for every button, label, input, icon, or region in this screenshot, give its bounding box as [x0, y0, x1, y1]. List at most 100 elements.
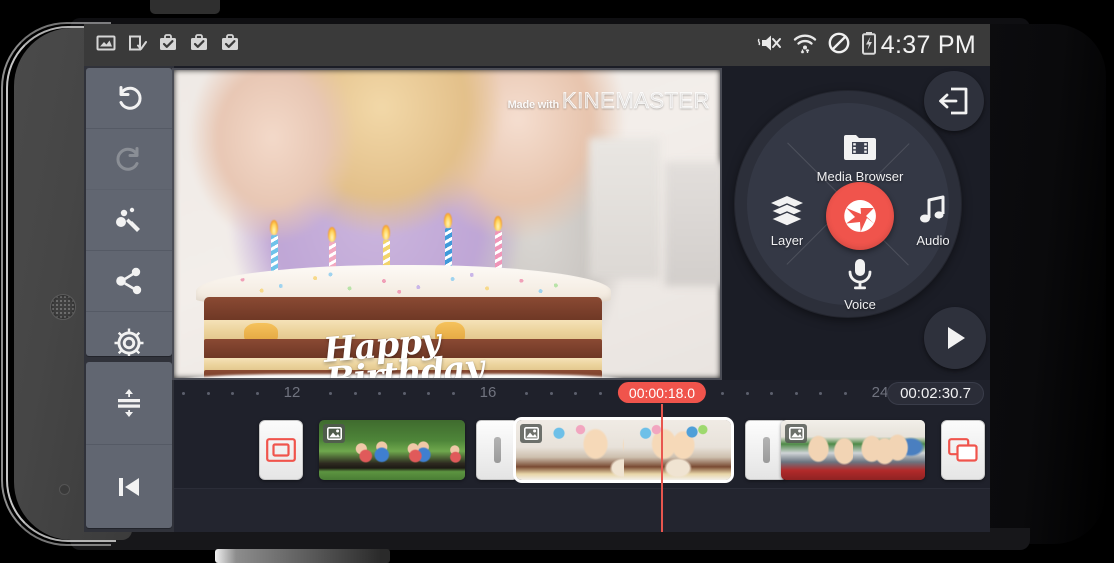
- divider-handle: [493, 437, 501, 463]
- nested-rect-transition-icon: [266, 438, 296, 462]
- status-bar-clock: 4:37 PM: [880, 30, 976, 59]
- music-note-icon: [917, 194, 949, 231]
- status-bar-left-icons: [96, 33, 240, 58]
- transition-clip-2[interactable]: [941, 420, 985, 480]
- transition-divider-1[interactable]: [476, 420, 518, 480]
- audio-label: Audio: [916, 233, 950, 248]
- ruler-tick: [329, 392, 332, 395]
- microphone-icon: [846, 258, 874, 295]
- ruler-tick: [794, 392, 798, 395]
- ruler-tick: [525, 392, 528, 395]
- flame-5: [493, 216, 502, 232]
- shutter-icon: [844, 200, 876, 232]
- watermark-prefix: Made with: [507, 99, 560, 111]
- playhead-time-badge: 00:00:18.0: [617, 382, 707, 403]
- layers-icon: [769, 194, 805, 231]
- play-triangle-icon: [948, 327, 965, 349]
- work-profile-check-icon-2: [189, 33, 209, 58]
- image-icon: [785, 424, 807, 443]
- capture-button[interactable]: [826, 182, 894, 250]
- work-profile-check-icon-3: [220, 33, 240, 58]
- clip-thumbnail-2: [624, 420, 731, 480]
- timeline[interactable]: 12162024 00:00:18.0 00:02:30.7: [174, 380, 990, 532]
- undo-button[interactable]: [86, 68, 172, 129]
- cake-layer-1: [204, 297, 603, 322]
- status-bar-right-icons: [757, 31, 877, 60]
- photo-clip-kids[interactable]: [319, 420, 465, 480]
- export-button[interactable]: [924, 71, 984, 131]
- overlap-rect-transition-icon: [948, 438, 978, 462]
- clip-thumbnail-2: [392, 420, 465, 480]
- expand-timeline-button[interactable]: [86, 362, 172, 445]
- ruler-tick: [549, 392, 553, 395]
- ruler-tick: [231, 392, 234, 395]
- left-toolbar: [84, 66, 174, 532]
- flame-3: [381, 224, 390, 240]
- radial-menu-inner: Media Browser Layer Audio Voice: [747, 103, 950, 312]
- redo-button[interactable]: [86, 129, 172, 190]
- radial-menu: Media Browser Layer Audio Voice: [735, 91, 961, 317]
- ruler-tick: [745, 392, 749, 395]
- media-browser-item[interactable]: Media Browser: [800, 132, 920, 184]
- transition-clip-1[interactable]: [259, 420, 303, 480]
- ruler-tick: [721, 392, 724, 395]
- watermark-brand: KINEMASTER: [561, 88, 710, 114]
- tablet-bottom-tab: [215, 549, 390, 563]
- wifi-data-transfer-icon: [793, 31, 817, 60]
- play-button[interactable]: [924, 307, 986, 369]
- tablet-top-tab: [150, 0, 220, 14]
- battery-charging-icon: [861, 31, 877, 60]
- flame-1: [269, 220, 278, 236]
- device-screen: 4:37 PM Happy Birthday Made with KINEMAS…: [84, 24, 990, 532]
- ruler-tick: [598, 392, 602, 395]
- ruler-tick: [255, 392, 259, 395]
- toolbar-group-secondary: [86, 362, 172, 528]
- ruler-tick: [574, 392, 577, 395]
- status-bar: 4:37 PM: [84, 24, 990, 66]
- clip-thumbnail-2: [853, 420, 925, 480]
- exit-arrow-icon: [939, 87, 968, 115]
- tablet-screenshot: 4:37 PM Happy Birthday Made with KINEMAS…: [0, 0, 1114, 563]
- kinemaster-watermark: Made with KINEMASTER: [508, 88, 710, 114]
- flame-2: [327, 227, 336, 243]
- timeline-secondary-track[interactable]: [174, 488, 990, 532]
- ruler-tick: [353, 392, 357, 395]
- settings-button[interactable]: [86, 312, 172, 356]
- ruler-tick: [182, 392, 185, 395]
- work-profile-check-icon-1: [158, 33, 178, 58]
- voice-item[interactable]: Voice: [800, 258, 920, 312]
- share-button[interactable]: [86, 251, 172, 312]
- voice-label: Voice: [844, 297, 876, 312]
- cake-topper-text: Happy Birthday: [322, 320, 486, 380]
- photo-clip-birthday-cake[interactable]: [513, 417, 734, 483]
- ruler-label: 24: [871, 384, 889, 401]
- ruler-tick: [378, 392, 381, 395]
- device-download-check-icon: [127, 33, 147, 58]
- timeline-main-track[interactable]: [174, 410, 990, 484]
- ruler-tick: [402, 392, 406, 395]
- image-icon: [323, 424, 345, 443]
- skip-to-start-button[interactable]: [86, 445, 172, 528]
- ruler-label: 12: [283, 384, 301, 401]
- ruler-tick: [843, 392, 847, 395]
- effects-button[interactable]: [86, 190, 172, 251]
- ruler-tick: [451, 392, 455, 395]
- preview-cake: Happy Birthday: [183, 213, 624, 380]
- gallery-image-icon: [96, 33, 116, 58]
- photo-clip-group-selfie[interactable]: [781, 420, 925, 480]
- playhead-line: [661, 404, 663, 532]
- folder-film-icon: [843, 132, 877, 167]
- flame-4: [443, 213, 452, 229]
- image-icon: [520, 424, 542, 443]
- ruler-tick: [819, 392, 822, 395]
- video-preview[interactable]: Happy Birthday Made with KINEMASTER: [172, 68, 722, 380]
- timeline-ruler[interactable]: 12162024: [174, 380, 990, 408]
- divider-handle: [762, 437, 770, 463]
- ruler-tick: [770, 392, 773, 395]
- ruler-tick: [427, 392, 430, 395]
- layer-label: Layer: [770, 233, 804, 248]
- do-not-disturb-icon: [827, 31, 851, 60]
- volume-mute-vibrate-icon: [757, 31, 783, 60]
- preview-shelf-right: [665, 162, 720, 286]
- ruler-tick: [206, 392, 210, 395]
